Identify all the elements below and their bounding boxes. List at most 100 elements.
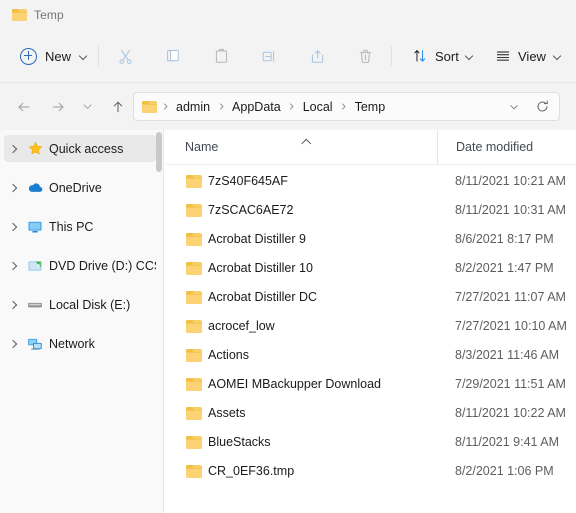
breadcrumb-item-admin[interactable]: admin: [171, 98, 215, 116]
rename-icon: [262, 50, 274, 62]
file-name: Assets: [208, 406, 246, 420]
column-header-name[interactable]: Name: [165, 130, 437, 164]
refresh-icon: [537, 100, 548, 112]
chevron-right-icon[interactable]: [4, 263, 24, 269]
sidebar-item-dvd-drive[interactable]: DVD Drive (D:) CCSA: [4, 252, 156, 279]
sort-button-label: Sort: [435, 48, 459, 64]
chevron-right-icon[interactable]: [4, 302, 24, 308]
file-date-modified: 8/3/2021 11:46 AM: [455, 348, 560, 362]
folder-icon: [186, 406, 202, 420]
sidebar-item-network[interactable]: Network: [4, 330, 156, 357]
chevron-down-icon: [553, 52, 561, 60]
explorer-body: Quick access OneDrive This PC DVD Drive …: [0, 130, 576, 513]
table-row[interactable]: AOMEI MBackupper Download 7/29/2021 11:5…: [170, 371, 570, 397]
view-lines-icon: [496, 51, 510, 61]
file-name: AOMEI MBackupper Download: [208, 377, 381, 391]
sidebar-item-this-pc[interactable]: This PC: [4, 213, 156, 240]
network-icon: [24, 337, 46, 351]
chevron-down-icon: [510, 104, 518, 109]
column-headers: Name Date modified: [165, 130, 576, 165]
paste-button[interactable]: [206, 41, 236, 71]
table-row[interactable]: BlueStacks 8/11/2021 9:41 AM: [170, 429, 570, 455]
recent-locations-button[interactable]: [73, 92, 102, 121]
breadcrumb-separator-icon: [338, 102, 350, 111]
breadcrumb-separator-icon: [286, 102, 298, 111]
table-row[interactable]: CR_0EF36.tmp 8/2/2021 1:06 PM: [170, 458, 570, 484]
sidebar-item-label: Local Disk (E:): [49, 297, 131, 312]
table-row[interactable]: Actions 8/3/2021 11:46 AM: [170, 342, 570, 368]
back-button[interactable]: [9, 92, 38, 121]
chevron-right-icon[interactable]: [4, 341, 24, 347]
breadcrumb-item-temp[interactable]: Temp: [350, 98, 391, 116]
sort-button[interactable]: Sort: [404, 41, 482, 71]
file-list-pane: Name Date modified 7zS40F645AF 8/11/2021…: [165, 130, 576, 513]
file-name: 7zS40F645AF: [208, 174, 288, 188]
chevron-right-icon[interactable]: [4, 146, 24, 152]
chevron-right-icon[interactable]: [4, 224, 24, 230]
table-row[interactable]: acrocef_low 7/27/2021 10:10 AM: [170, 313, 570, 339]
file-date-modified: 8/2/2021 1:47 PM: [455, 261, 554, 275]
star-icon: [24, 141, 46, 156]
file-date-modified: 8/11/2021 10:21 AM: [455, 174, 566, 188]
folder-icon: [186, 435, 202, 449]
column-header-date-label: Date modified: [456, 140, 534, 154]
sidebar-item-onedrive[interactable]: OneDrive: [4, 174, 156, 201]
command-bar: New Sort View: [0, 30, 576, 83]
cut-button[interactable]: [110, 41, 140, 71]
plus-circle-icon: [20, 47, 37, 65]
rename-button[interactable]: [254, 41, 284, 71]
file-name: Actions: [208, 348, 249, 362]
sidebar-item-label: This PC: [49, 219, 94, 234]
copy-button[interactable]: [158, 41, 188, 71]
sidebar-scrollbar[interactable]: [156, 132, 162, 172]
address-dropdown-button[interactable]: [501, 94, 527, 119]
file-date-modified: 8/11/2021 10:31 AM: [455, 203, 566, 217]
toolbar-divider-2: [391, 46, 392, 66]
sidebar-item-local-disk-e[interactable]: Local Disk (E:): [4, 291, 156, 318]
table-row[interactable]: 7zSCAC6AE72 8/11/2021 10:31 AM: [170, 197, 570, 223]
delete-button[interactable]: [350, 41, 380, 71]
cloud-icon: [24, 181, 46, 194]
breadcrumb-item-appdata[interactable]: AppData: [227, 98, 286, 116]
new-button[interactable]: New: [12, 41, 96, 71]
folder-tab[interactable]: Temp: [4, 2, 74, 28]
share-icon: [311, 49, 323, 63]
forward-button[interactable]: [43, 92, 72, 121]
table-row[interactable]: Assets 8/11/2021 10:22 AM: [170, 400, 570, 426]
view-button-label: View: [518, 48, 546, 64]
folder-icon: [186, 348, 202, 362]
chevron-down-icon: [466, 52, 474, 60]
address-bar-actions: [501, 94, 559, 119]
sidebar-item-label: DVD Drive (D:) CCSA: [49, 258, 156, 273]
table-row[interactable]: 7zS40F645AF 8/11/2021 10:21 AM: [170, 168, 570, 194]
folder-icon: [186, 319, 202, 333]
file-date-modified: 7/27/2021 10:10 AM: [455, 319, 567, 333]
chevron-right-icon[interactable]: [4, 185, 24, 191]
folder-icon: [186, 290, 202, 304]
folder-icon: [186, 203, 202, 217]
breadcrumb-item-local[interactable]: Local: [298, 98, 338, 116]
cut-scissors-icon: [118, 49, 132, 64]
new-button-label: New: [45, 48, 72, 64]
sidebar-item-label: Network: [49, 336, 95, 351]
file-date-modified: 8/11/2021 10:22 AM: [455, 406, 566, 420]
share-button[interactable]: [302, 41, 332, 71]
file-name: 7zSCAC6AE72: [208, 203, 294, 217]
address-bar[interactable]: admin AppData Local Temp: [133, 92, 560, 121]
column-header-date-modified[interactable]: Date modified: [437, 130, 576, 164]
sidebar-item-label: OneDrive: [49, 180, 102, 195]
table-row[interactable]: Acrobat Distiller DC 7/27/2021 11:07 AM: [170, 284, 570, 310]
file-date-modified: 7/29/2021 11:51 AM: [455, 377, 566, 391]
folder-icon: [186, 174, 202, 188]
sidebar-item-quick-access[interactable]: Quick access: [4, 135, 156, 162]
file-rows: 7zS40F645AF 8/11/2021 10:21 AM 7zSCAC6AE…: [165, 165, 576, 513]
table-row[interactable]: Acrobat Distiller 9 8/6/2021 8:17 PM: [170, 226, 570, 252]
refresh-button[interactable]: [529, 94, 555, 119]
folder-icon: [186, 464, 202, 478]
breadcrumb: admin AppData Local Temp: [141, 98, 501, 116]
folder-icon: [12, 9, 27, 21]
view-button[interactable]: View: [487, 41, 569, 71]
table-row[interactable]: Acrobat Distiller 10 8/2/2021 1:47 PM: [170, 255, 570, 281]
folder-icon: [186, 261, 202, 275]
up-button[interactable]: [103, 92, 132, 121]
